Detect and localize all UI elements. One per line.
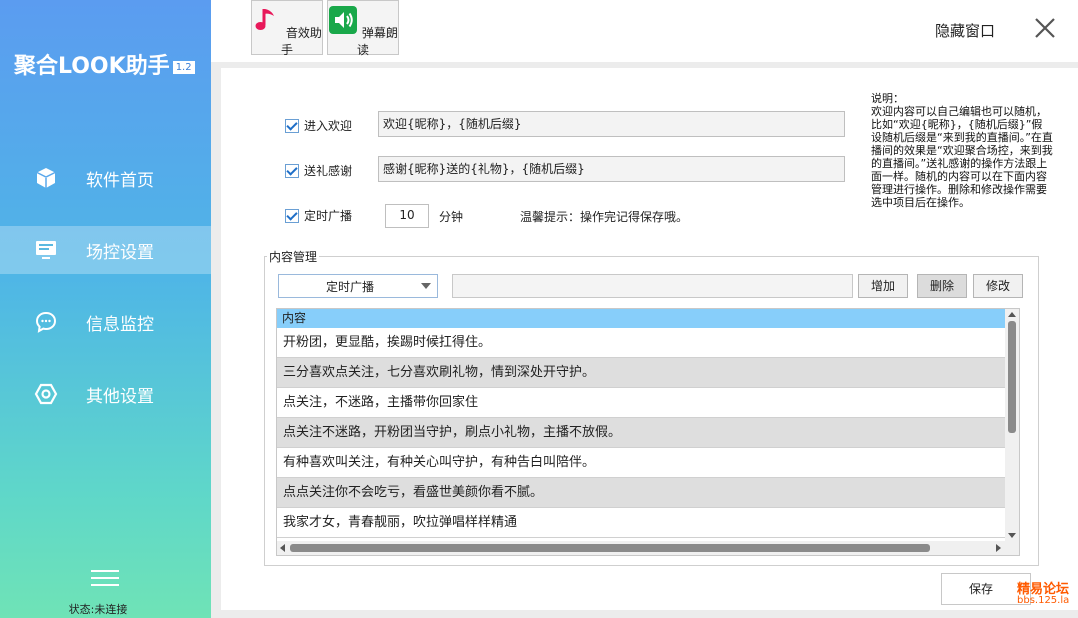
gift-thanks-template-field[interactable]: 感谢{昵称}送的{礼物}，{随机后缀}: [378, 156, 845, 182]
monitor-icon: [36, 241, 56, 259]
app-title: 聚合LOOK助手 1.2: [14, 48, 195, 80]
category-dropdown[interactable]: 定时广播: [278, 274, 438, 298]
danmaku-read-label: 弹幕朗读: [356, 26, 398, 57]
welcome-checkbox[interactable]: 进入欢迎: [285, 117, 352, 134]
hexagon-gear-icon: [34, 383, 58, 405]
cube-icon: [36, 168, 56, 188]
list-item[interactable]: 我家才女，青春靓丽，吹拉弹唱样样精通: [277, 508, 1006, 538]
sidebar-item-other-settings[interactable]: 其他设置: [0, 370, 211, 418]
scroll-down-icon[interactable]: [1008, 533, 1016, 538]
timed-broadcast-label: 定时广播: [304, 209, 353, 223]
list-item[interactable]: 开粉团，更显酷，挨踢时候扛得住。: [277, 328, 1006, 358]
sidebar-item-label: 场控设置: [86, 242, 154, 263]
broadcast-interval-input[interactable]: 10: [385, 204, 429, 228]
sound-assistant-button[interactable]: 音效助手: [251, 0, 323, 57]
checkbox-check-icon: [285, 163, 299, 178]
checkbox-check-icon: [285, 118, 299, 133]
menu-icon[interactable]: [91, 570, 119, 588]
vertical-scroll-thumb[interactable]: [1008, 321, 1016, 433]
save-reminder-tip: 温馨提示：操作完记得保存哦。: [520, 210, 689, 224]
horizontal-scroll-thumb[interactable]: [290, 544, 930, 552]
sidebar: 聚合LOOK助手 1.2 软件首页 场控设置 信息监控 其他设置 状态:未连接: [0, 0, 211, 618]
timed-broadcast-checkbox[interactable]: 定时广播: [285, 207, 352, 224]
content-list[interactable]: 内容 开粉团，更显酷，挨踢时候扛得住。 三分喜欢点关注，七分喜欢刷礼物，情到深处…: [276, 308, 1020, 556]
sidebar-item-home[interactable]: 软件首页: [0, 154, 211, 202]
scroll-up-icon[interactable]: [1008, 312, 1016, 317]
chevron-down-icon: [421, 283, 431, 289]
vertical-scrollbar[interactable]: [1005, 309, 1019, 541]
list-item[interactable]: 点点关注你不会吃亏，看盛世美颜你看不腻。: [277, 478, 1006, 508]
sidebar-item-label: 软件首页: [86, 170, 154, 191]
sidebar-item-label: 其他设置: [86, 386, 154, 407]
sidebar-item-field-control[interactable]: 场控设置: [0, 226, 211, 274]
sound-assistant-label: 音效助手: [280, 26, 322, 57]
checkbox-check-icon: [285, 208, 299, 223]
content-input[interactable]: [452, 274, 853, 298]
version-badge: 1.2: [172, 60, 195, 74]
app-name: 聚合LOOK助手: [14, 54, 170, 79]
chat-bubble-icon: [35, 311, 57, 333]
app-window: 聚合LOOK助手 1.2 软件首页 场控设置 信息监控 其他设置 状态:未连接 音…: [0, 0, 1078, 618]
welcome-template-field[interactable]: 欢迎{昵称}，{随机后缀}: [378, 111, 845, 137]
speaker-icon: [329, 6, 358, 34]
delete-button[interactable]: 删除: [917, 274, 967, 298]
sidebar-item-label: 信息监控: [86, 314, 154, 335]
list-item[interactable]: 三分喜欢点关注，七分喜欢刷礼物，情到深处开守护。: [277, 358, 1006, 388]
list-item[interactable]: 有种喜欢叫关注，有种关心叫守护，有种告白叫陪伴。: [277, 448, 1006, 478]
scroll-right-icon[interactable]: [996, 544, 1001, 552]
category-selected-value: 定时广播: [325, 279, 374, 294]
scroll-left-icon[interactable]: [280, 544, 285, 552]
danmaku-read-button[interactable]: 弹幕朗读: [327, 0, 399, 57]
settings-panel: 进入欢迎 欢迎{昵称}，{随机后缀} 送礼感谢 感谢{昵称}送的{礼物}，{随机…: [221, 68, 1078, 610]
hide-window-button[interactable]: 隐藏窗口: [935, 20, 995, 41]
top-toolbar: 音效助手 弹幕朗读 隐藏窗口: [211, 0, 1078, 62]
close-icon[interactable]: [1032, 15, 1058, 41]
sidebar-item-monitor[interactable]: 信息监控: [0, 298, 211, 346]
minutes-unit-label: 分钟: [439, 210, 464, 224]
list-item[interactable]: 点关注，不迷路，主播带你回家住: [277, 388, 1006, 418]
list-item[interactable]: 点关注不迷路，开粉团当守护，刷点小礼物，主播不放假。: [277, 418, 1006, 448]
gift-thanks-label: 送礼感谢: [304, 164, 353, 178]
column-header-content[interactable]: 内容: [277, 309, 1006, 328]
content-manager-title: 内容管理: [267, 248, 320, 265]
gift-thanks-checkbox[interactable]: 送礼感谢: [285, 162, 352, 179]
welcome-label: 进入欢迎: [304, 119, 353, 133]
add-button[interactable]: 增加: [858, 274, 908, 298]
main-area: 进入欢迎 欢迎{昵称}，{随机后缀} 送礼感谢 感谢{昵称}送的{礼物}，{随机…: [211, 62, 1078, 618]
connection-status: 状态:未连接: [68, 603, 128, 616]
edit-button[interactable]: 修改: [973, 274, 1023, 298]
watermark-url: bbs.125.la: [1017, 595, 1070, 606]
music-note-icon: [255, 9, 275, 30]
horizontal-scrollbar[interactable]: [277, 541, 1019, 555]
help-text: 说明： 欢迎内容可以自己编辑也可以随机，比如“欢迎{昵称}，{随机后缀}”假设随…: [871, 92, 1053, 209]
